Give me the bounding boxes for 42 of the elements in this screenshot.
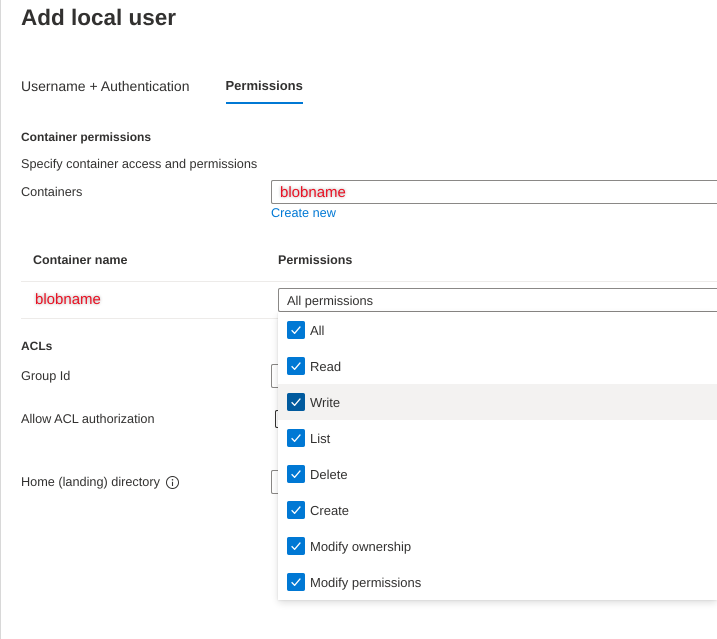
dropdown-option[interactable]: Modify ownership [278, 528, 717, 564]
checkbox[interactable] [287, 357, 305, 375]
column-header: Permissions [278, 252, 352, 266]
containers-field[interactable]: blobname [271, 180, 717, 204]
checkbox[interactable] [287, 429, 305, 447]
tab[interactable]: Username + Authentication [21, 76, 190, 104]
tab[interactable]: Permissions [226, 76, 303, 104]
field-label: Group Id [21, 368, 70, 385]
section-heading: Container permissions [21, 129, 152, 146]
dropdown-option[interactable]: Delete [278, 456, 717, 492]
permissions-dropdown[interactable]: All permissions [278, 288, 717, 312]
checkbox[interactable] [287, 537, 305, 555]
dropdown-option[interactable]: Modify permissions [278, 564, 717, 600]
checkbox[interactable] [287, 465, 305, 483]
dropdown-option[interactable]: Read [278, 348, 717, 384]
checkbox[interactable] [287, 573, 305, 591]
checkmark-icon [291, 542, 301, 550]
dropdown-option[interactable]: List [278, 420, 717, 456]
checkmark-icon [291, 506, 301, 514]
checkbox[interactable] [287, 393, 305, 411]
checkbox[interactable] [275, 410, 278, 428]
checkmark-icon [291, 578, 301, 586]
section-description: Specify container access and permissions [21, 156, 258, 173]
checkmark-icon [291, 326, 301, 334]
checkmark-icon [291, 362, 301, 370]
column-header: Container name [33, 252, 128, 266]
create-new-link[interactable]: Create new [271, 206, 336, 220]
dropdown-option[interactable]: All [278, 312, 717, 348]
checkbox[interactable] [287, 501, 305, 519]
section-heading: ACLs [21, 338, 52, 355]
checkmark-icon [291, 398, 301, 406]
field-label: Home (landing) directory [21, 474, 160, 491]
dropdown-option[interactable]: Write [278, 384, 717, 420]
checkmark-icon [291, 434, 301, 442]
info-icon[interactable] [166, 476, 179, 488]
checkmark-icon [291, 470, 301, 478]
table-cell: blobname [35, 291, 101, 308]
field-label: Containers [21, 184, 84, 201]
checkbox[interactable] [287, 321, 305, 339]
page-title: Add local user [21, 4, 176, 32]
field-label: Allow ACL authorization [21, 411, 155, 428]
dropdown-option[interactable]: Create [278, 492, 717, 528]
